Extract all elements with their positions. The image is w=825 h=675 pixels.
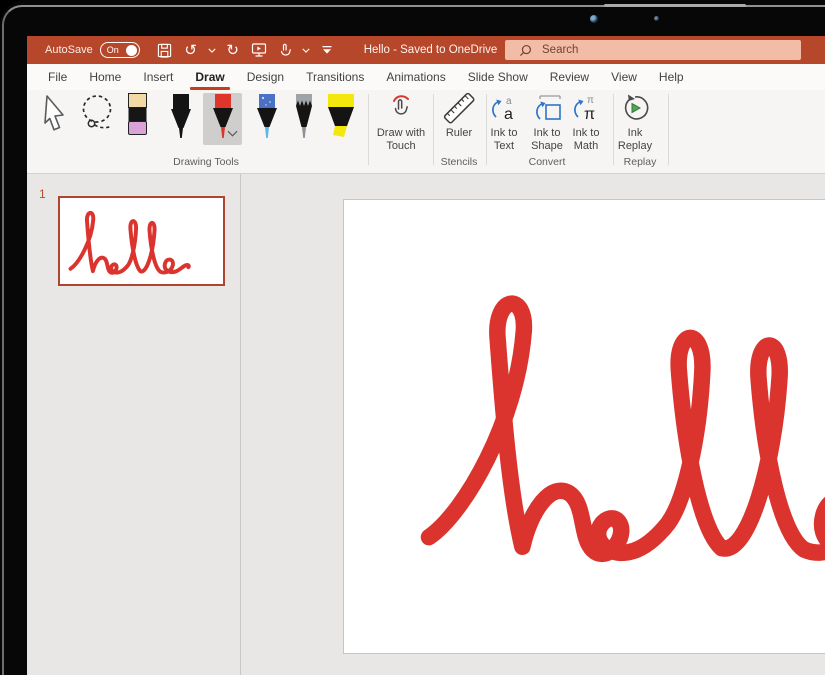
ink-drawing-hello: [407, 254, 825, 584]
black-pen-icon: [166, 94, 196, 140]
select-arrow-icon: [41, 94, 69, 134]
ink-to-math-button[interactable]: π π Ink to Math: [564, 92, 608, 153]
tablet-device-frame: AutoSave On ↺ ↻: [0, 0, 825, 675]
autosave-state: On: [107, 45, 119, 55]
search-input[interactable]: Search: [505, 40, 801, 60]
device-side-button: [604, 4, 746, 7]
galaxy-pen-icon: [252, 94, 282, 140]
autosave-toggle[interactable]: AutoSave On: [45, 42, 140, 58]
touch-mode-icon[interactable]: [274, 39, 296, 61]
yellow-highlighter-tool[interactable]: [323, 94, 359, 139]
group-separator: [668, 94, 669, 165]
lasso-select-icon: [79, 94, 115, 136]
search-icon: [519, 44, 532, 57]
start-slideshow-icon[interactable]: [248, 39, 270, 61]
slide-thumbnail-panel: 1: [27, 174, 240, 675]
autosave-label: AutoSave: [45, 44, 93, 56]
draw-with-touch-button[interactable]: Draw with Touch: [372, 92, 430, 153]
document-title: Hello - Saved to OneDrive: [364, 44, 498, 56]
workspace: 1: [27, 174, 825, 675]
search-placeholder: Search: [542, 44, 578, 56]
eraser-tool[interactable]: [128, 93, 147, 136]
tab-help[interactable]: Help: [648, 64, 695, 90]
toggle-knob-icon: [126, 45, 137, 56]
red-pen-tool[interactable]: [208, 94, 238, 140]
ambient-sensor: [654, 16, 659, 21]
ruler-button[interactable]: Ruler: [437, 92, 481, 140]
pencil-icon: [289, 94, 319, 140]
tab-draw[interactable]: Draw: [184, 64, 235, 90]
ink-replay-button[interactable]: Ink Replay: [611, 92, 659, 153]
ruler-icon: [443, 92, 475, 124]
tab-view[interactable]: View: [600, 64, 648, 90]
eraser-icon: [128, 93, 147, 136]
group-separator: [433, 94, 434, 165]
autosave-switch[interactable]: On: [100, 42, 140, 58]
slide-thumbnail[interactable]: [58, 196, 225, 286]
quick-access-toolbar: ↺ ↻: [154, 39, 338, 61]
ribbon-tab-row: File Home Insert Draw Design Transitions…: [27, 64, 825, 90]
pencil-tool[interactable]: [289, 94, 319, 140]
tab-animations[interactable]: Animations: [375, 64, 456, 90]
ribbon: Drawing Tools Draw with Touch: [27, 90, 825, 174]
ruler-label: Ruler: [446, 127, 472, 140]
powerpoint-window: AutoSave On ↺ ↻: [27, 36, 825, 675]
select-tool[interactable]: [40, 94, 70, 134]
touch-mode-dropdown-icon[interactable]: [300, 39, 312, 61]
document-title-dropdown[interactable]: Hello - Saved to OneDrive: [364, 44, 529, 56]
ink-to-shape-label: Ink to Shape: [525, 127, 569, 153]
slide-canvas[interactable]: [343, 199, 825, 654]
ink-to-math-icon: π π: [571, 92, 601, 124]
svg-text:a: a: [504, 106, 513, 123]
undo-dropdown-icon[interactable]: [206, 39, 218, 61]
tab-home[interactable]: Home: [78, 64, 132, 90]
stencils-group-label: Stencils: [435, 156, 483, 168]
draw-with-touch-icon: [386, 92, 416, 124]
group-separator: [368, 94, 369, 165]
ink-to-text-label: Ink to Text: [484, 127, 524, 153]
tab-insert[interactable]: Insert: [132, 64, 184, 90]
customize-quick-access-icon[interactable]: [316, 39, 338, 61]
undo-icon[interactable]: ↺: [180, 39, 202, 61]
svg-text:π: π: [587, 95, 594, 106]
ink-to-shape-icon: [531, 92, 563, 124]
ink-replay-label: Ink Replay: [613, 127, 657, 153]
save-icon[interactable]: [154, 39, 176, 61]
front-camera: [590, 15, 598, 23]
tab-transitions[interactable]: Transitions: [295, 64, 375, 90]
black-pen-tool[interactable]: [166, 94, 196, 140]
ink-to-math-label: Ink to Math: [566, 127, 606, 153]
yellow-highlighter-icon: [323, 94, 359, 139]
ink-replay-icon: [620, 92, 650, 124]
title-bar: AutoSave On ↺ ↻: [27, 36, 825, 64]
slide-canvas-area: [241, 174, 825, 675]
svg-text:π: π: [584, 106, 595, 123]
draw-with-touch-label: Draw with Touch: [373, 127, 429, 153]
tab-review[interactable]: Review: [539, 64, 600, 90]
slide-number: 1: [39, 187, 46, 201]
tab-design[interactable]: Design: [236, 64, 295, 90]
lasso-select-tool[interactable]: [79, 94, 115, 136]
convert-group-label: Convert: [486, 156, 608, 168]
red-pen-icon: [208, 94, 238, 140]
ink-to-text-button[interactable]: a a Ink to Text: [482, 92, 526, 153]
ink-to-text-icon: a a: [489, 92, 519, 124]
tab-file[interactable]: File: [37, 64, 78, 90]
tab-slide-show[interactable]: Slide Show: [457, 64, 539, 90]
replay-group-label: Replay: [613, 156, 667, 168]
drawing-tools-group-label: Drawing Tools: [40, 156, 372, 168]
thumbnail-ink-drawing: [65, 201, 217, 280]
galaxy-pen-tool[interactable]: [252, 94, 282, 140]
redo-icon[interactable]: ↻: [222, 39, 244, 61]
